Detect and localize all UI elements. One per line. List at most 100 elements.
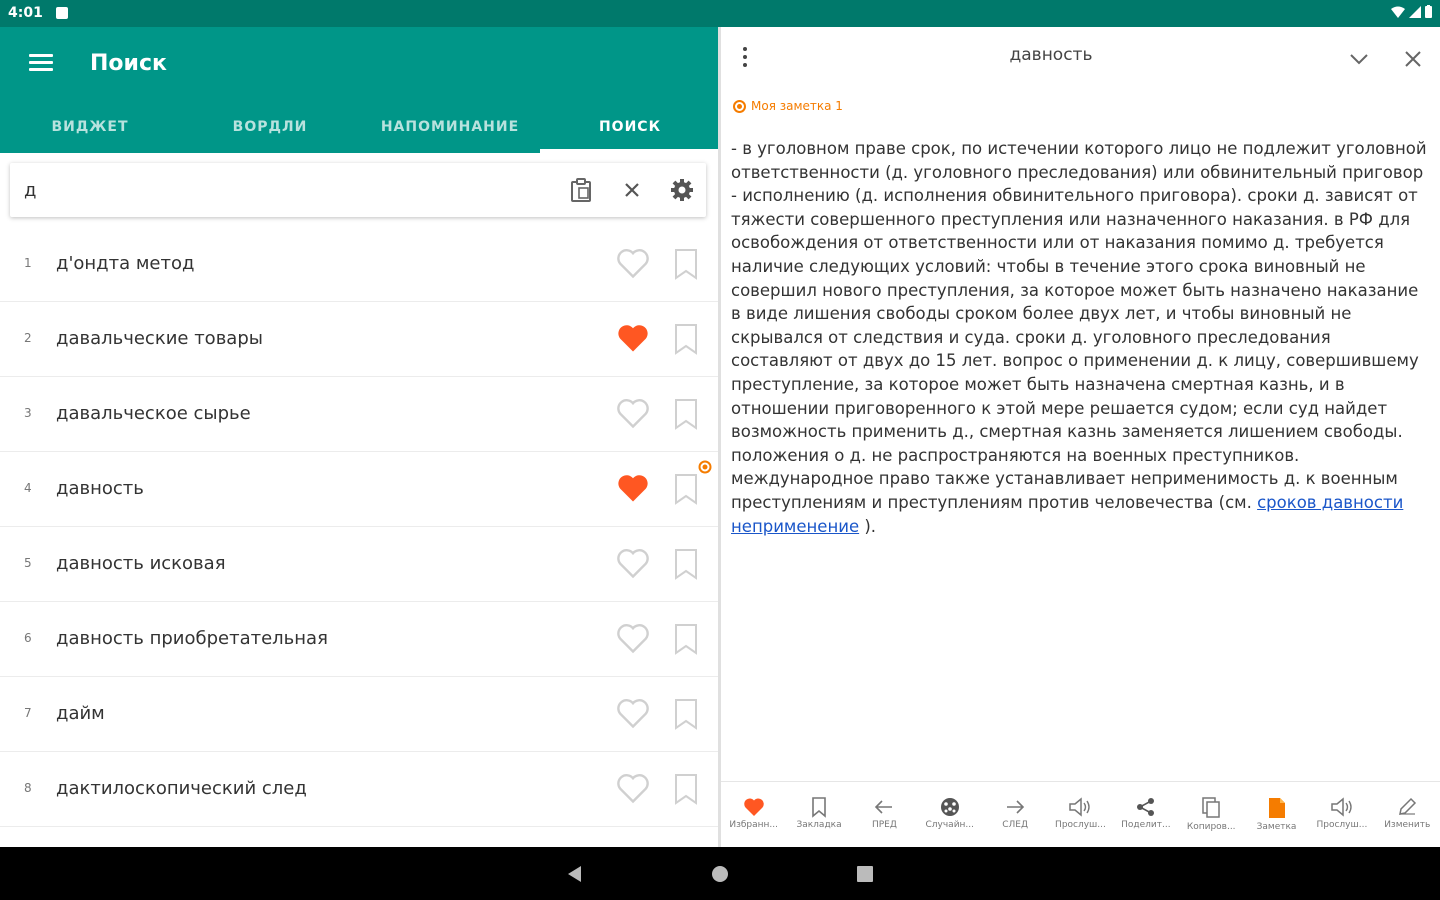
item-number: 8	[24, 781, 32, 795]
item-number: 4	[24, 481, 32, 495]
item-word: давность	[56, 478, 144, 499]
bookmark-icon[interactable]	[672, 697, 700, 731]
note-link[interactable]: Моя заметка 1	[733, 99, 843, 113]
home-icon[interactable]	[709, 863, 731, 885]
item-number: 6	[24, 631, 32, 645]
note-icon	[733, 99, 746, 113]
toolbar-label: СЛЕД	[1002, 820, 1028, 830]
list-item[interactable]: 2 давальческие товары	[0, 302, 718, 377]
bookmark-icon[interactable]	[672, 397, 700, 431]
tab-widget[interactable]: ВИДЖЕТ	[0, 105, 180, 153]
list-item[interactable]: 7 дайм	[0, 677, 718, 752]
close-icon[interactable]	[1401, 47, 1425, 71]
item-word: давальческое сырье	[56, 403, 251, 424]
edit-button[interactable]: Изменить	[1375, 782, 1440, 847]
toolbar-label: Избранн...	[729, 820, 778, 830]
menu-icon[interactable]	[29, 54, 53, 74]
tab-wordle[interactable]: ВОРДЛИ	[180, 105, 360, 153]
list-item[interactable]: 3 давальческое сырье	[0, 377, 718, 452]
item-number: 3	[24, 406, 32, 420]
toolbar-label: Закладка	[796, 820, 842, 830]
copy-button[interactable]: Копиров...	[1179, 782, 1244, 847]
heart-outline-icon[interactable]	[615, 695, 651, 731]
heart-filled-icon[interactable]	[615, 320, 651, 356]
previous-button[interactable]: ПРЕД	[852, 782, 917, 847]
heart-outline-icon[interactable]	[615, 395, 651, 431]
list-item[interactable]: 5 давность исковая	[0, 527, 718, 602]
search-bar	[10, 163, 706, 217]
arrow-left-icon	[875, 800, 893, 814]
item-number: 1	[24, 256, 32, 270]
arrow-right-icon	[1007, 800, 1025, 814]
paste-icon[interactable]	[568, 177, 594, 203]
signal-icon	[1409, 5, 1421, 18]
tab-bar: ВИДЖЕТ ВОРДЛИ НАПОМИНАНИЕ ПОИСК	[0, 105, 720, 153]
heart-outline-icon[interactable]	[615, 545, 651, 581]
settings-gear-icon[interactable]	[669, 177, 695, 203]
toolbar-label: Копиров...	[1186, 822, 1236, 832]
listen-button[interactable]: Прослуш...	[1048, 782, 1113, 847]
bookmark-icon[interactable]	[672, 472, 700, 506]
random-button[interactable]: Случайн...	[917, 782, 982, 847]
definition-text: - в уголовном праве срок, по истечении к…	[731, 137, 1431, 538]
share-icon	[1136, 798, 1154, 816]
toolbar-label: ПРЕД	[871, 820, 897, 830]
speaker-icon	[1069, 797, 1091, 817]
list-item[interactable]: 1 д'ондта метод	[0, 227, 718, 302]
item-number: 5	[24, 556, 32, 570]
battery-icon	[1425, 5, 1432, 18]
list-item[interactable]: 6 давность приобретательная	[0, 602, 718, 677]
list-item[interactable]: 4 давность	[0, 452, 718, 527]
item-word: дактилоскопический след	[56, 778, 307, 799]
definition-body: - в уголовном праве срок, по истечении к…	[731, 139, 1427, 512]
favorite-button[interactable]: Избранн...	[721, 782, 786, 847]
dice-icon	[940, 798, 959, 816]
chevron-down-icon[interactable]	[1347, 47, 1371, 71]
notification-icon	[56, 7, 68, 19]
bookmark-icon[interactable]	[672, 547, 700, 581]
listen-button-2[interactable]: Прослуш...	[1309, 782, 1374, 847]
bookmark-button[interactable]: Закладка	[786, 782, 851, 847]
bookmark-icon	[812, 797, 826, 818]
next-button[interactable]: СЛЕД	[982, 782, 1047, 847]
detail-title: давность	[1009, 45, 1093, 65]
toolbar-label: Изменить	[1384, 820, 1431, 830]
status-bar: 4:01	[0, 0, 1440, 27]
status-time: 4:01	[8, 5, 43, 21]
toolbar-label: Прослуш...	[1316, 820, 1368, 830]
note-button[interactable]: Заметка	[1244, 782, 1309, 847]
heart-outline-icon[interactable]	[615, 245, 651, 281]
heart-outline-icon[interactable]	[615, 620, 651, 656]
bookmark-icon[interactable]	[672, 622, 700, 656]
toolbar-label: Поделит...	[1121, 820, 1171, 830]
back-icon[interactable]	[564, 863, 586, 885]
item-number: 7	[24, 706, 32, 720]
tab-search[interactable]: ПОИСК	[540, 105, 720, 153]
page-title: Поиск	[90, 51, 167, 76]
search-input[interactable]	[24, 177, 544, 203]
recents-icon[interactable]	[854, 863, 876, 885]
pencil-icon	[1399, 797, 1417, 815]
bookmark-icon[interactable]	[672, 772, 700, 806]
item-word: давность исковая	[56, 553, 226, 574]
toolbar-label: Случайн...	[925, 820, 975, 830]
heart-filled-icon[interactable]	[615, 470, 651, 506]
search-pane: Поиск ВИДЖЕТ ВОРДЛИ НАПОМИНАНИЕ ПОИСК 1 …	[0, 27, 720, 847]
list-item[interactable]: 8 дактилоскопический след	[0, 752, 718, 827]
heart-icon	[743, 798, 764, 816]
share-button[interactable]: Поделит...	[1113, 782, 1178, 847]
note-icon	[1268, 798, 1285, 818]
detail-pane: давность Моя заметка 1 - в уголовном пра…	[721, 27, 1440, 847]
detail-header: давность	[721, 27, 1440, 87]
tab-reminder[interactable]: НАПОМИНАНИЕ	[360, 105, 540, 153]
detail-toolbar: Избранн... Закладка ПРЕД Случайн... СЛЕД…	[721, 781, 1440, 847]
clear-icon[interactable]	[619, 177, 645, 203]
note-label: Моя заметка 1	[751, 99, 843, 113]
speaker-icon	[1331, 797, 1352, 817]
app-bar: Поиск ВИДЖЕТ ВОРДЛИ НАПОМИНАНИЕ ПОИСК	[0, 27, 720, 153]
wifi-icon	[1391, 6, 1405, 18]
bookmark-icon[interactable]	[672, 247, 700, 281]
item-word: давальческие товары	[56, 328, 263, 349]
bookmark-icon[interactable]	[672, 322, 700, 356]
heart-outline-icon[interactable]	[615, 770, 651, 806]
